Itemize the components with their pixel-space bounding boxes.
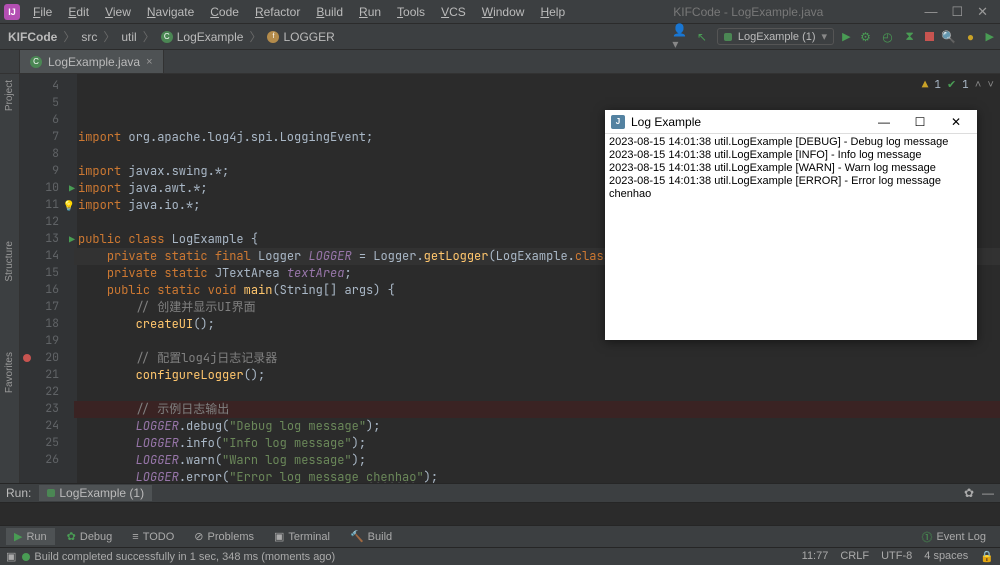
log-window-title: Log Example (631, 115, 863, 129)
menu-help[interactable]: Help (533, 3, 572, 21)
log-window-titlebar[interactable]: J Log Example — ☐ ✕ (605, 110, 977, 134)
breadcrumb: KIFCode 〉 src 〉 util 〉 CLogExample 〉 fLO… (6, 28, 337, 45)
run-config-selector[interactable]: LogExample (1) ▾ (717, 28, 834, 45)
run-panel-header: Run: LogExample (1) ✿ — (0, 483, 1000, 503)
menu-run[interactable]: Run (352, 3, 388, 21)
warning-icon: ▲ (922, 77, 929, 94)
title-bar: IJ FileEditViewNavigateCodeRefactorBuild… (0, 0, 1000, 24)
line-separator[interactable]: CRLF (840, 550, 869, 563)
run-output[interactable] (0, 503, 1000, 525)
breadcrumb-util[interactable]: util (119, 29, 138, 45)
settings-help-icon[interactable]: ● (964, 30, 978, 44)
left-tool-stripe: Project Structure Favorites (0, 74, 20, 483)
breadcrumb-class[interactable]: CLogExample (159, 29, 246, 45)
status-message: Build completed successfully in 1 sec, 3… (34, 551, 335, 563)
tab-eventlog[interactable]: ⓵Event Log (913, 527, 994, 547)
favorites-tool[interactable]: Favorites (4, 352, 15, 393)
menu-navigate[interactable]: Navigate (140, 3, 201, 21)
chevron-up-icon[interactable]: ˄ (975, 77, 982, 94)
minimize-icon[interactable]: — (924, 4, 937, 20)
window-controls: — ☐ ✕ (924, 4, 996, 20)
check-icon: ✔ (947, 77, 956, 94)
menu-code[interactable]: Code (203, 3, 246, 21)
editor-gutter[interactable]: 45678910▶11💡1213▶14151617181920212223242… (20, 74, 78, 483)
nav-toolbar: KIFCode 〉 src 〉 util 〉 CLogExample 〉 fLO… (0, 24, 1000, 50)
menu-file[interactable]: File (26, 3, 59, 21)
search-icon[interactable]: 🔍 (942, 30, 956, 44)
main-menu: FileEditViewNavigateCodeRefactorBuildRun… (26, 3, 572, 21)
caret-position[interactable]: 11:77 (802, 550, 829, 563)
status-ok-icon (22, 553, 30, 561)
back-icon[interactable]: ↖ (695, 30, 709, 44)
log-close-icon[interactable]: ✕ (941, 115, 971, 129)
run-icon[interactable]: ▶ (842, 30, 850, 43)
run-panel-config[interactable]: LogExample (1) (39, 485, 152, 501)
log-line: 2023-08-15 14:01:38 util.LogExample [DEB… (609, 136, 973, 149)
breadcrumb-member[interactable]: fLOGGER (265, 29, 336, 45)
tab-build[interactable]: 🔨Build (342, 528, 400, 545)
menu-vcs[interactable]: VCS (434, 3, 473, 21)
log-line: 2023-08-15 14:01:38 util.LogExample [INF… (609, 149, 973, 162)
editor-tab-label: LogExample.java (48, 55, 140, 69)
breadcrumb-src[interactable]: src (79, 29, 99, 45)
menu-edit[interactable]: Edit (61, 3, 96, 21)
run-gutter-icon[interactable]: ▶ (69, 182, 75, 195)
run-gutter-icon[interactable]: ▶ (69, 233, 75, 246)
window-title: KIFCode - LogExample.java (572, 5, 924, 19)
log-window-body[interactable]: 2023-08-15 14:01:38 util.LogExample [DEB… (605, 134, 977, 340)
log-example-window[interactable]: J Log Example — ☐ ✕ 2023-08-15 14:01:38 … (605, 110, 977, 340)
log-line: 2023-08-15 14:01:38 util.LogExample [ERR… (609, 175, 973, 201)
stop-icon[interactable] (925, 30, 934, 44)
menu-tools[interactable]: Tools (390, 3, 432, 21)
java-icon: J (611, 115, 625, 129)
file-encoding[interactable]: UTF-8 (881, 550, 912, 563)
tab-run[interactable]: ▶Run (6, 528, 55, 545)
tab-todo[interactable]: ≡TODO (124, 529, 182, 545)
project-tool[interactable]: Project (4, 80, 15, 111)
tab-debug[interactable]: ✿Debug (59, 528, 121, 545)
editor-tab[interactable]: C LogExample.java × (20, 50, 164, 73)
tab-terminal[interactable]: ▣Terminal (266, 528, 338, 545)
log-minimize-icon[interactable]: — (869, 115, 899, 129)
class-icon: C (30, 56, 42, 68)
toolbar-right: 👤▾ ↖ LogExample (1) ▾ ▶ ⚙ ◴ ⧗ 🔍 ● ▶ (673, 28, 994, 45)
close-tab-icon[interactable]: × (146, 56, 152, 68)
hide-panel-icon[interactable]: — (982, 486, 994, 500)
maximize-icon[interactable]: ☐ (951, 4, 963, 20)
app-icon: IJ (4, 4, 20, 20)
play-extra-icon[interactable]: ▶ (986, 30, 994, 43)
menu-build[interactable]: Build (309, 3, 350, 21)
breadcrumb-project[interactable]: KIFCode (6, 29, 59, 45)
breakpoint-icon[interactable] (23, 354, 31, 362)
structure-tool[interactable]: Structure (4, 241, 15, 282)
log-maximize-icon[interactable]: ☐ (905, 115, 935, 129)
user-icon[interactable]: 👤▾ (673, 30, 687, 44)
coverage-icon[interactable]: ◴ (881, 30, 895, 44)
profile-icon[interactable]: ⧗ (903, 30, 917, 44)
menu-view[interactable]: View (98, 3, 138, 21)
tool-windows-icon[interactable]: ▣ (6, 550, 16, 563)
gear-icon[interactable]: ✿ (964, 486, 974, 500)
status-bar: ▣ Build completed successfully in 1 sec,… (0, 547, 1000, 565)
log-line: 2023-08-15 14:01:38 util.LogExample [WAR… (609, 162, 973, 175)
lock-icon[interactable]: 🔒 (980, 550, 994, 563)
chevron-down-icon[interactable]: ˅ (987, 77, 994, 94)
tab-problems[interactable]: ⊘Problems (186, 528, 262, 545)
close-icon[interactable]: ✕ (977, 4, 988, 20)
editor-tabs: C LogExample.java × (0, 50, 1000, 74)
menu-refactor[interactable]: Refactor (248, 3, 307, 21)
project-tool-stripe[interactable] (0, 50, 20, 73)
indent-config[interactable]: 4 spaces (924, 550, 968, 563)
intention-bulb-icon[interactable]: 💡 (63, 199, 75, 212)
inspection-widget[interactable]: ▲ 1 ✔ 1 ˄ ˅ (922, 77, 994, 94)
menu-window[interactable]: Window (475, 3, 532, 21)
warning-count: 1 (934, 77, 941, 94)
run-panel-title: Run: (6, 486, 31, 500)
check-count: 1 (962, 77, 969, 94)
debug-icon[interactable]: ⚙ (859, 30, 873, 44)
bottom-tool-tabs: ▶Run ✿Debug ≡TODO ⊘Problems ▣Terminal 🔨B… (0, 525, 1000, 547)
